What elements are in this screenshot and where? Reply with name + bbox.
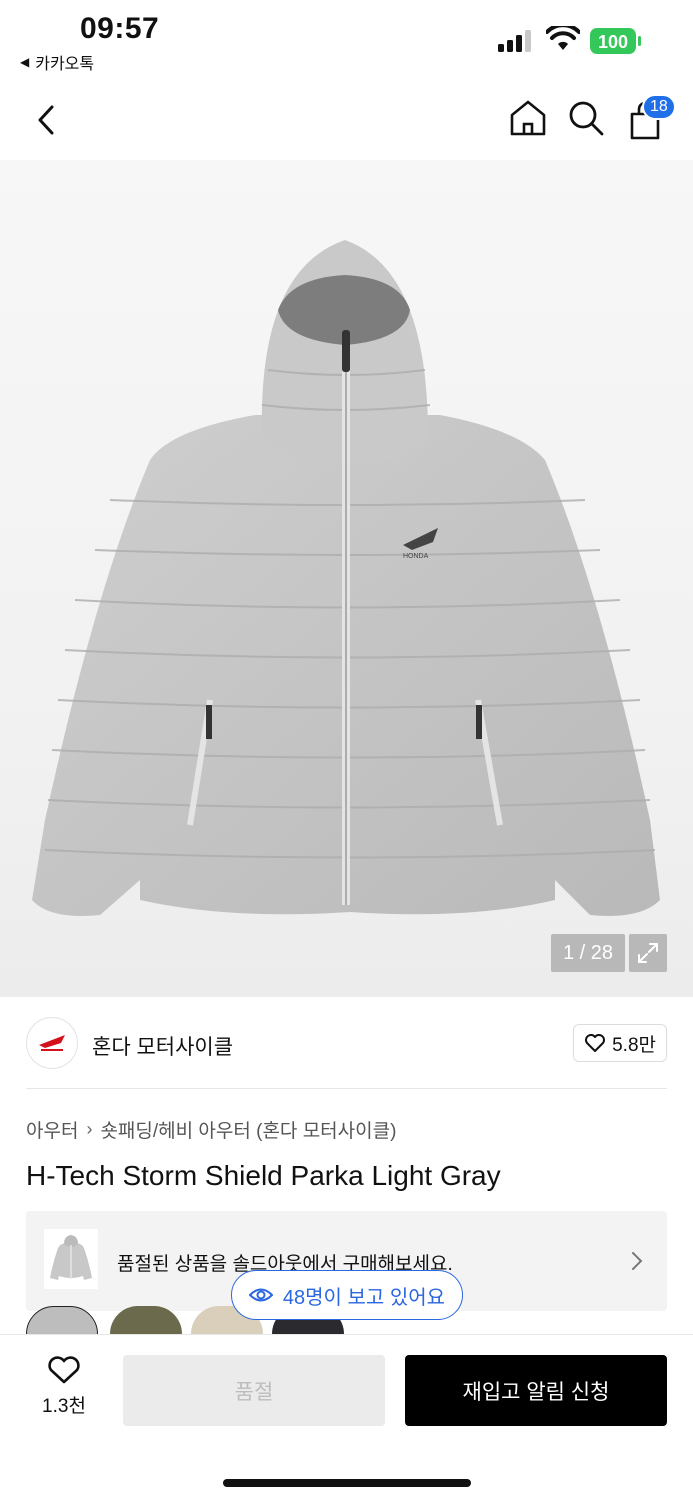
wishlist-count: 1.3천 <box>42 1396 86 1417</box>
back-button[interactable] <box>24 98 68 142</box>
jacket-thumbnail-image <box>50 1235 92 1280</box>
viewers-pill: 48명이 보고 있어요 <box>231 1270 463 1320</box>
chevron-left-icon <box>38 105 54 135</box>
restock-alert-button[interactable]: 재입고 알림 신청 <box>405 1355 667 1426</box>
battery-icon: 100 <box>590 28 641 54</box>
eye-icon <box>248 1288 273 1302</box>
brand-like-count: 5.8만 <box>612 1034 656 1056</box>
product-image[interactable]: HONDA <box>0 160 693 997</box>
top-nav: 18 <box>0 76 693 160</box>
soldout-thumbnail <box>44 1229 98 1289</box>
back-to-app-link[interactable]: ◀ 카카오톡 <box>20 50 94 74</box>
breadcrumb-subcategory[interactable]: 숏패딩/헤비 아우터 (혼다 모터사이클) <box>100 1116 396 1143</box>
svg-text:HONDA: HONDA <box>403 553 429 560</box>
wifi-icon <box>546 26 580 50</box>
jacket-product-image: HONDA <box>32 240 660 916</box>
home-icon[interactable] <box>506 96 550 140</box>
expand-icon <box>638 943 658 963</box>
heart-outline-icon <box>48 1356 80 1384</box>
back-triangle-icon: ◀ <box>20 55 30 69</box>
chevron-right-icon: › <box>86 1119 93 1139</box>
back-app-label: 카카오톡 <box>35 56 95 73</box>
cellular-signal-icon <box>498 30 531 52</box>
image-counter: 1 / 28 <box>551 934 625 972</box>
heart-outline-icon <box>585 1034 606 1052</box>
brand-logo[interactable] <box>26 1017 78 1069</box>
bottom-action-bar: 1.3천 품절 재입고 알림 신청 <box>0 1334 693 1500</box>
expand-button[interactable] <box>629 934 667 972</box>
search-icon[interactable] <box>564 96 608 140</box>
divider <box>26 1088 667 1089</box>
viewers-text: 48명이 보고 있어요 <box>282 1286 446 1309</box>
status-time: 09:57 <box>80 12 160 45</box>
wishlist-button[interactable]: 1.3천 <box>30 1355 98 1429</box>
chevron-right-icon <box>632 1252 643 1270</box>
home-indicator[interactable] <box>223 1479 471 1487</box>
battery-level: 100 <box>598 32 628 52</box>
soldout-button: 품절 <box>123 1355 385 1426</box>
breadcrumb: 아우터 › 숏패딩/헤비 아우터 (혼다 모터사이클) <box>26 1116 396 1143</box>
cart-button[interactable]: 18 <box>622 94 676 144</box>
color-swatch-olive[interactable] <box>110 1306 182 1336</box>
status-bar: 09:57 ◀ 카카오톡 100 <box>0 0 693 76</box>
cart-count-badge: 18 <box>642 94 676 120</box>
brand-like-button[interactable]: 5.8만 <box>573 1024 667 1062</box>
honda-wing-logo-icon <box>39 1035 65 1051</box>
product-title: H-Tech Storm Shield Parka Light Gray <box>26 1160 501 1191</box>
brand-name[interactable]: 혼다 모터사이클 <box>92 1031 233 1061</box>
brand-row: 혼다 모터사이클 5.8만 <box>26 1017 667 1069</box>
breadcrumb-category[interactable]: 아우터 <box>26 1116 78 1143</box>
color-swatch-gray[interactable] <box>26 1306 98 1336</box>
